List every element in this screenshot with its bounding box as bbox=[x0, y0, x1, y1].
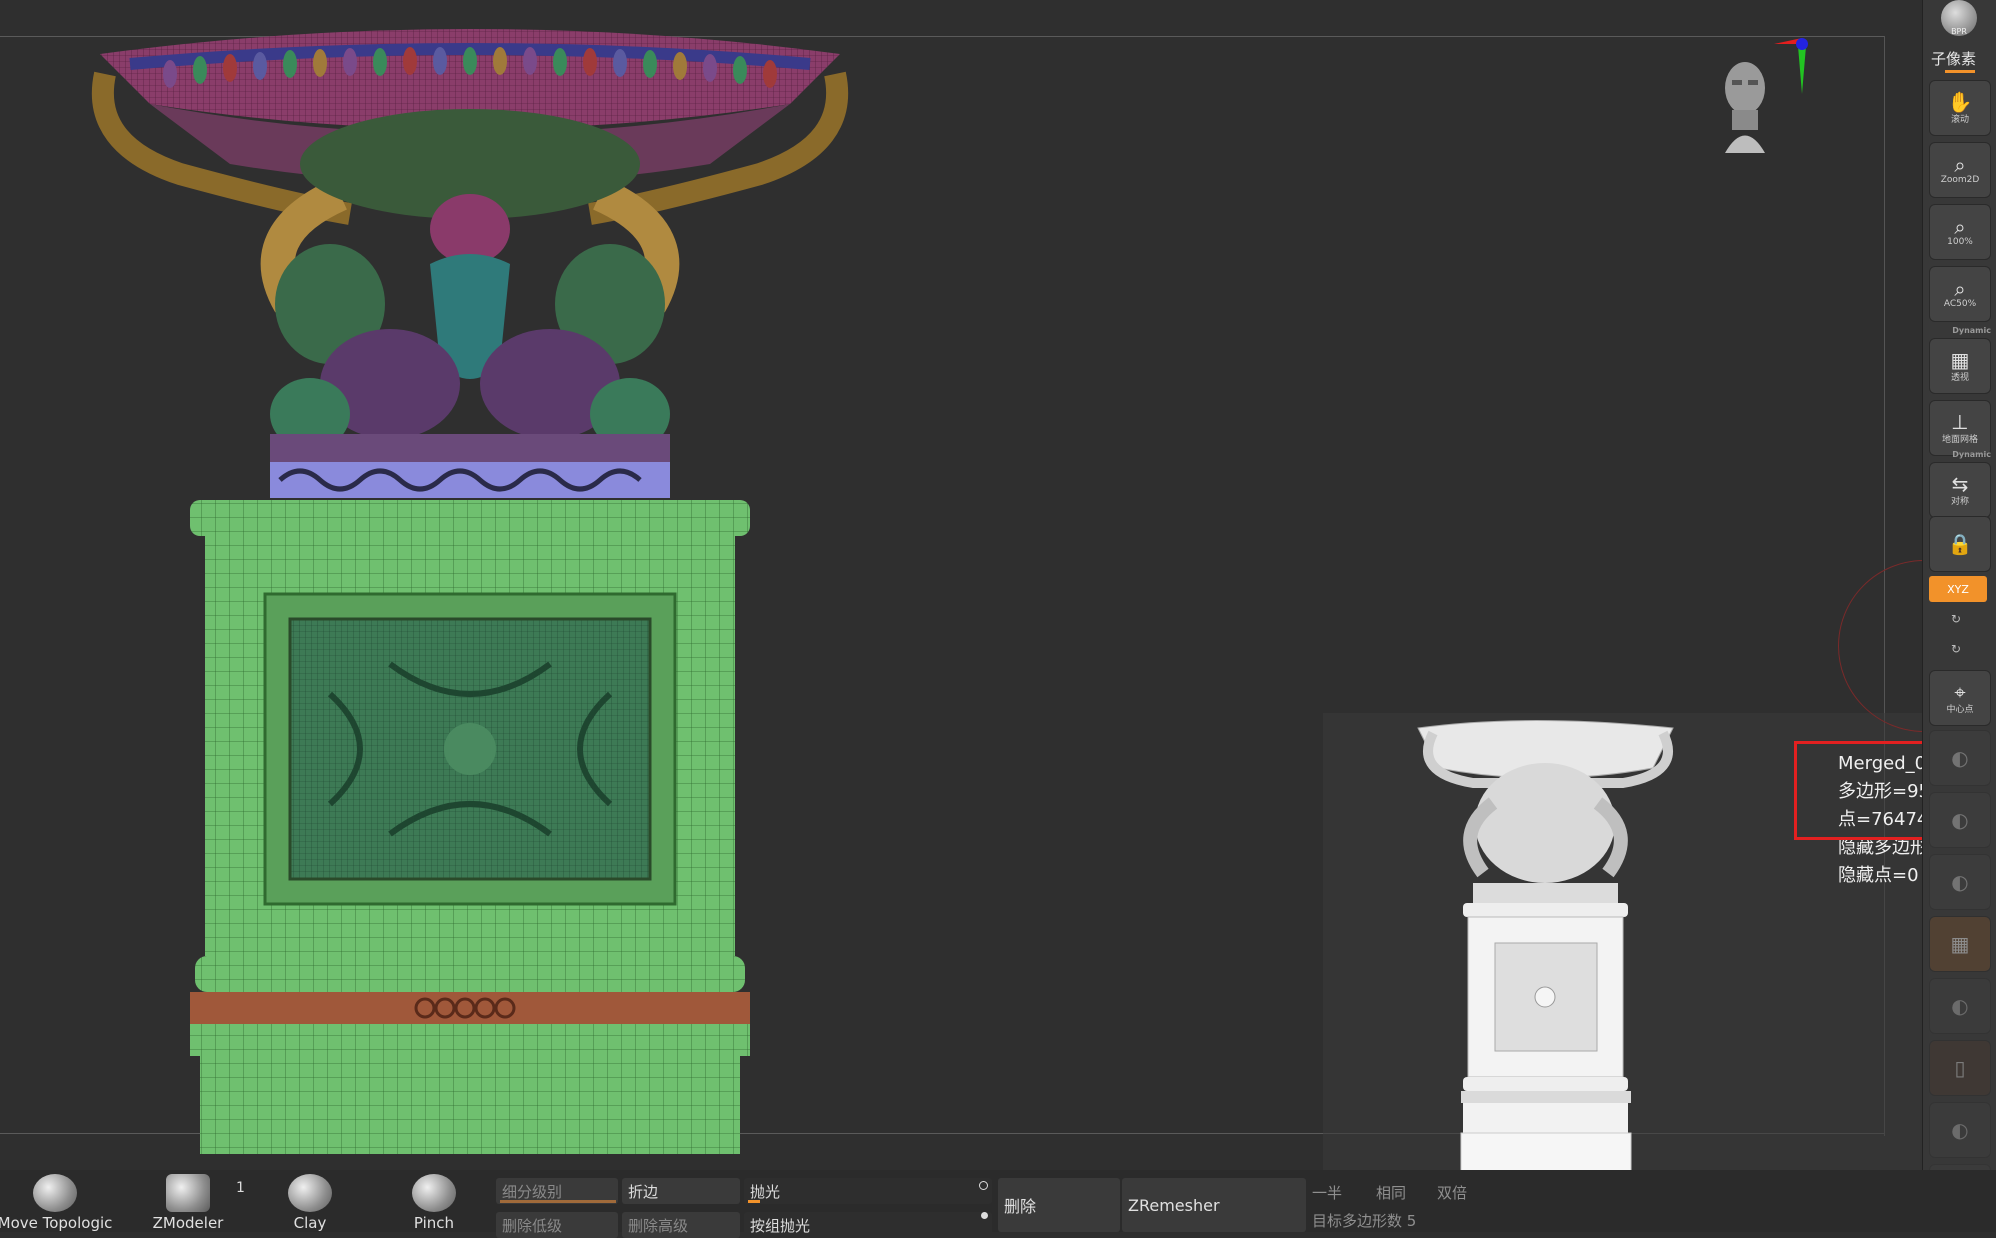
subdivision-level-bar bbox=[500, 1200, 616, 1203]
delete-higher-button[interactable]: 删除高级 bbox=[622, 1212, 740, 1238]
polygroup-model[interactable] bbox=[90, 14, 850, 1159]
pedestal-base-molding bbox=[195, 956, 745, 992]
clay-brush[interactable]: Clay bbox=[255, 1174, 365, 1232]
symmetry-icon: ⇆ bbox=[1951, 471, 1969, 496]
frieze bbox=[270, 462, 670, 498]
half-button[interactable]: 一半 bbox=[1312, 1182, 1342, 1203]
symmetry-button[interactable]: ⇆ 对称 bbox=[1929, 462, 1991, 518]
floor-grid-button[interactable]: ⊥ 地面网格 bbox=[1929, 400, 1991, 456]
subpixel-label: 子像素 bbox=[1931, 50, 1977, 68]
center-point-icon: ⌖ bbox=[1954, 679, 1966, 704]
transparency-icon: ◐ bbox=[1951, 994, 1969, 1018]
z-rotate-icon[interactable]: ↻ bbox=[1951, 642, 1961, 656]
polyf-button[interactable]: ▦ bbox=[1929, 916, 1991, 972]
move-topologic-brush[interactable]: Move Topologic bbox=[0, 1174, 112, 1232]
bpr-button[interactable]: BPR bbox=[1941, 0, 1977, 36]
shelf-button-faded-4[interactable]: ◐ bbox=[1929, 978, 1991, 1034]
shelf-button-faded-5[interactable]: ▯ bbox=[1929, 1040, 1991, 1096]
capital-band bbox=[270, 434, 670, 462]
shelf-button-faded-1[interactable]: ◐ bbox=[1929, 730, 1991, 786]
bead-band bbox=[190, 992, 750, 1024]
zmodeler-brush[interactable]: ZModeler bbox=[133, 1174, 243, 1232]
zmodeler-brush-icon bbox=[166, 1174, 210, 1212]
floor-grid-icon: ⊥ bbox=[1951, 409, 1969, 434]
crease-button[interactable]: 折边 bbox=[622, 1178, 740, 1204]
hand-move-icon: ✋ bbox=[1947, 89, 1973, 114]
center-point-button[interactable]: ⌖ 中心点 bbox=[1929, 670, 1991, 726]
scale-icon: ◐ bbox=[1951, 870, 1969, 894]
pedestal-cap bbox=[190, 500, 750, 536]
move-topologic-brush-icon bbox=[33, 1174, 77, 1212]
frame-icon: ◐ bbox=[1951, 746, 1969, 770]
right-shelf: BPR 子像素 ✋ 滚动 ⌕ Zoom2D ⌕ 100% ⌕ AC50% Dynamic… bbox=[1922, 0, 1996, 1232]
perspective-button[interactable]: ▦ 透视 bbox=[1929, 338, 1991, 394]
polish-groups-toggle[interactable] bbox=[981, 1212, 988, 1219]
lock-button[interactable]: 🔒 bbox=[1929, 516, 1991, 572]
polyframe-icon: ▦ bbox=[1950, 932, 1970, 956]
zremesher-button[interactable]: ZRemesher bbox=[1122, 1178, 1306, 1232]
y-rotate-icon[interactable]: ↻ bbox=[1951, 612, 1961, 626]
shelf-button-faded-2[interactable]: ◐ bbox=[1929, 792, 1991, 848]
polish-toggle[interactable] bbox=[979, 1181, 988, 1190]
lock-icon: 🔒 bbox=[1947, 532, 1973, 556]
clay-brush-icon bbox=[288, 1174, 332, 1212]
zmodeler-badge: 1 bbox=[236, 1180, 245, 1196]
same-button[interactable]: 相同 bbox=[1376, 1182, 1406, 1203]
axis-gizmo[interactable] bbox=[1754, 34, 1814, 98]
bpr-label: BPR bbox=[1951, 27, 1967, 36]
double-button[interactable]: 双倍 bbox=[1437, 1182, 1467, 1203]
xyz-rotate-button[interactable]: XYZ bbox=[1929, 576, 1987, 602]
polish-slider[interactable]: 抛光 bbox=[744, 1178, 992, 1204]
zoom2d-button[interactable]: ⌕ Zoom2D bbox=[1929, 142, 1991, 198]
move-icon: ◐ bbox=[1951, 808, 1969, 832]
zoom2d-icon: ⌕ bbox=[1954, 153, 1966, 177]
polish-by-groups-slider[interactable]: 按组抛光 bbox=[744, 1212, 992, 1238]
dynamic-label-1: Dynamic bbox=[1952, 326, 1991, 335]
center-flower bbox=[430, 194, 510, 264]
pinch-brush[interactable]: Pinch bbox=[379, 1174, 489, 1232]
shelf-button-faded-3[interactable]: ◐ bbox=[1929, 854, 1991, 910]
perspective-icon: ▦ bbox=[1950, 347, 1970, 372]
target-polycount-slider[interactable]: 目标多边形数 5 bbox=[1312, 1210, 1416, 1231]
plinth bbox=[200, 1056, 740, 1154]
zoom-50-button[interactable]: ⌕ AC50% bbox=[1929, 266, 1991, 322]
xyz-label: XYZ bbox=[1947, 582, 1969, 596]
ghost-icon: ▯ bbox=[1954, 1056, 1966, 1080]
subpixel-slider[interactable] bbox=[1945, 70, 1975, 73]
solo-icon: ◐ bbox=[1951, 1118, 1969, 1142]
pinch-brush-icon bbox=[412, 1174, 456, 1212]
polish-slider-fill bbox=[748, 1200, 760, 1203]
delete-button[interactable]: 删除 bbox=[998, 1178, 1120, 1232]
zoom-100-icon: ⌕ bbox=[1954, 215, 1966, 239]
dynamic-label-2: Dynamic bbox=[1952, 450, 1991, 459]
shelf-button-faded-6[interactable]: ◐ bbox=[1929, 1102, 1991, 1158]
zoom-100-button[interactable]: ⌕ 100% bbox=[1929, 204, 1991, 260]
zoom-50-icon: ⌕ bbox=[1954, 277, 1966, 301]
scroll-button[interactable]: ✋ 滚动 bbox=[1929, 80, 1991, 136]
delete-lower-button[interactable]: 删除低级 bbox=[496, 1212, 618, 1238]
